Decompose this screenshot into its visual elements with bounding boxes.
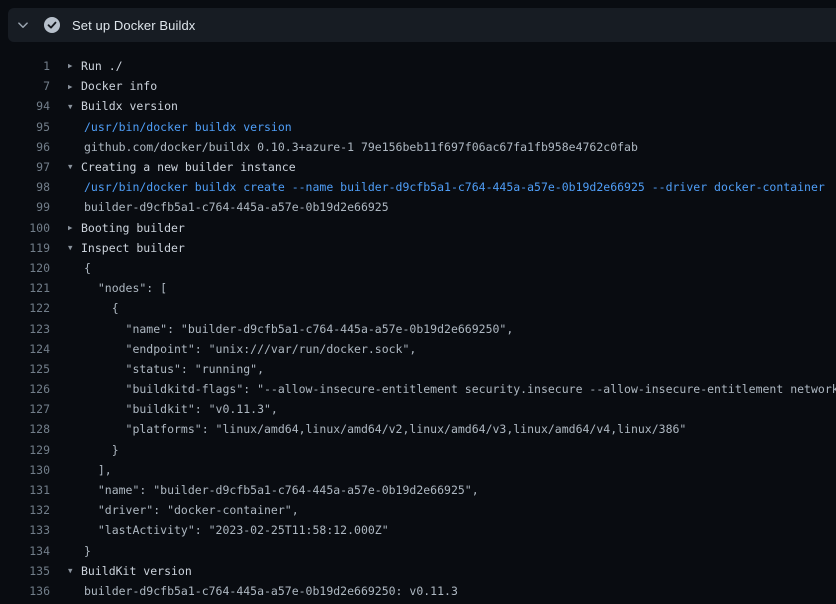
step-header-set-up-docker-buildx[interactable]: Set up Docker Buildx	[8, 8, 836, 42]
line-number[interactable]: 135	[0, 564, 50, 578]
line-number[interactable]: 132	[0, 503, 50, 517]
triangle-collapsed-icon[interactable]: ▶	[68, 62, 81, 70]
log-group-row[interactable]: 7 ▶Docker info	[0, 76, 836, 96]
line-number[interactable]: 96	[0, 140, 50, 154]
log-line-row: 132 "driver": "docker-container",	[0, 500, 836, 520]
triangle-expanded-icon[interactable]: ▼	[68, 244, 81, 252]
log-line-row: 134}	[0, 541, 836, 561]
triangle-collapsed-icon[interactable]: ▶	[68, 224, 81, 232]
chevron-down-icon[interactable]	[8, 8, 38, 42]
line-number[interactable]: 7	[0, 79, 50, 93]
triangle-expanded-icon[interactable]: ▼	[68, 567, 81, 575]
line-number[interactable]: 136	[0, 584, 50, 598]
log-group-row[interactable]: 94 ▼Buildx version	[0, 96, 836, 116]
line-number[interactable]: 130	[0, 463, 50, 477]
log-group-row[interactable]: 119 ▼Inspect builder	[0, 238, 836, 258]
triangle-collapsed-icon[interactable]: ▶	[68, 83, 81, 91]
log-line-row: 125 "status": "running",	[0, 359, 836, 379]
line-number[interactable]: 126	[0, 382, 50, 396]
output-text: "lastActivity": "2023-02-25T11:58:12.000…	[84, 523, 389, 537]
output-text: }	[84, 443, 119, 457]
line-number[interactable]: 99	[0, 200, 50, 214]
triangle-expanded-icon[interactable]: ▼	[68, 103, 81, 111]
group-title: Creating a new builder instance	[81, 160, 296, 174]
line-number[interactable]: 124	[0, 342, 50, 356]
output-text: "name": "builder-d9cfb5a1-c764-445a-a57e…	[84, 322, 513, 336]
log-output-area: 1▶Run ./7▶Docker info94▼Buildx version95…	[0, 56, 836, 604]
check-circle-icon	[44, 17, 60, 33]
group-title: Run ./	[81, 59, 123, 73]
log-line-row: 124 "endpoint": "unix:///var/run/docker.…	[0, 339, 836, 359]
output-text: builder-d9cfb5a1-c764-445a-a57e-0b19d2e6…	[84, 200, 389, 214]
output-text: ],	[84, 463, 112, 477]
line-number[interactable]: 100	[0, 221, 50, 235]
command-text: /usr/bin/docker buildx version	[84, 120, 292, 134]
triangle-expanded-icon[interactable]: ▼	[68, 163, 81, 171]
line-number[interactable]: 119	[0, 241, 50, 255]
output-text: "nodes": [	[84, 281, 167, 295]
group-title: Inspect builder	[81, 241, 185, 255]
line-number[interactable]: 125	[0, 362, 50, 376]
log-line-row: 99 builder-d9cfb5a1-c764-445a-a57e-0b19d2…	[0, 197, 836, 217]
output-text: "buildkit": "v0.11.3",	[84, 402, 278, 416]
line-number[interactable]: 128	[0, 422, 50, 436]
log-line-row: 95/usr/bin/docker buildx version	[0, 117, 836, 137]
log-line-row: 126 "buildkitd-flags": "--allow-insecure…	[0, 379, 836, 399]
line-number[interactable]: 121	[0, 281, 50, 295]
log-line-row: 133 "lastActivity": "2023-02-25T11:58:12…	[0, 520, 836, 540]
group-title: Buildx version	[81, 99, 178, 113]
log-line-row: 130 ],	[0, 460, 836, 480]
step-title: Set up Docker Buildx	[72, 18, 195, 33]
output-text: "platforms": "linux/amd64,linux/amd64/v2…	[84, 422, 686, 436]
log-line-row: 122 {	[0, 298, 836, 318]
log-line-row: 131 "name": "builder-d9cfb5a1-c764-445a-…	[0, 480, 836, 500]
output-text: github.com/docker/buildx 0.10.3+azure-1 …	[84, 140, 638, 154]
line-number[interactable]: 120	[0, 261, 50, 275]
log-group-row[interactable]: 97 ▼Creating a new builder instance	[0, 157, 836, 177]
log-line-row: 98/usr/bin/docker buildx create --name b…	[0, 177, 836, 197]
log-group-row[interactable]: 100 ▶Booting builder	[0, 218, 836, 238]
log-line-row: 121 "nodes": [	[0, 278, 836, 298]
output-text: "endpoint": "unix:///var/run/docker.sock…	[84, 342, 416, 356]
log-line-row: 127 "buildkit": "v0.11.3",	[0, 399, 836, 419]
output-text: "driver": "docker-container",	[84, 503, 299, 517]
line-number[interactable]: 134	[0, 544, 50, 558]
log-line-row: 123 "name": "builder-d9cfb5a1-c764-445a-…	[0, 318, 836, 338]
line-number[interactable]: 122	[0, 301, 50, 315]
command-text: /usr/bin/docker buildx create --name bui…	[84, 180, 825, 194]
output-text: builder-d9cfb5a1-c764-445a-a57e-0b19d2e6…	[84, 584, 458, 598]
line-number[interactable]: 97	[0, 160, 50, 174]
line-number[interactable]: 127	[0, 402, 50, 416]
output-text: {	[84, 301, 119, 315]
output-text: "name": "builder-d9cfb5a1-c764-445a-a57e…	[84, 483, 479, 497]
log-group-row[interactable]: 1 ▶Run ./	[0, 56, 836, 76]
log-line-row: 136 builder-d9cfb5a1-c764-445a-a57e-0b19d…	[0, 581, 836, 601]
group-title: Booting builder	[81, 221, 185, 235]
line-number[interactable]: 133	[0, 523, 50, 537]
log-line-row: 128 "platforms": "linux/amd64,linux/amd6…	[0, 419, 836, 439]
line-number[interactable]: 95	[0, 120, 50, 134]
log-group-row[interactable]: 135 ▼BuildKit version	[0, 561, 836, 581]
output-text: }	[84, 544, 91, 558]
line-number[interactable]: 94	[0, 99, 50, 113]
group-title: Docker info	[81, 79, 157, 93]
log-line-row: 120 {	[0, 258, 836, 278]
line-number[interactable]: 131	[0, 483, 50, 497]
line-number[interactable]: 129	[0, 443, 50, 457]
output-text: "status": "running",	[84, 362, 264, 376]
line-number[interactable]: 98	[0, 180, 50, 194]
line-number[interactable]: 123	[0, 322, 50, 336]
log-line-row: 96 github.com/docker/buildx 0.10.3+azure-…	[0, 137, 836, 157]
output-text: "buildkitd-flags": "--allow-insecure-ent…	[84, 382, 836, 396]
line-number[interactable]: 1	[0, 59, 50, 73]
group-title: BuildKit version	[81, 564, 192, 578]
output-text: {	[84, 261, 91, 275]
log-line-row: 129 }	[0, 440, 836, 460]
